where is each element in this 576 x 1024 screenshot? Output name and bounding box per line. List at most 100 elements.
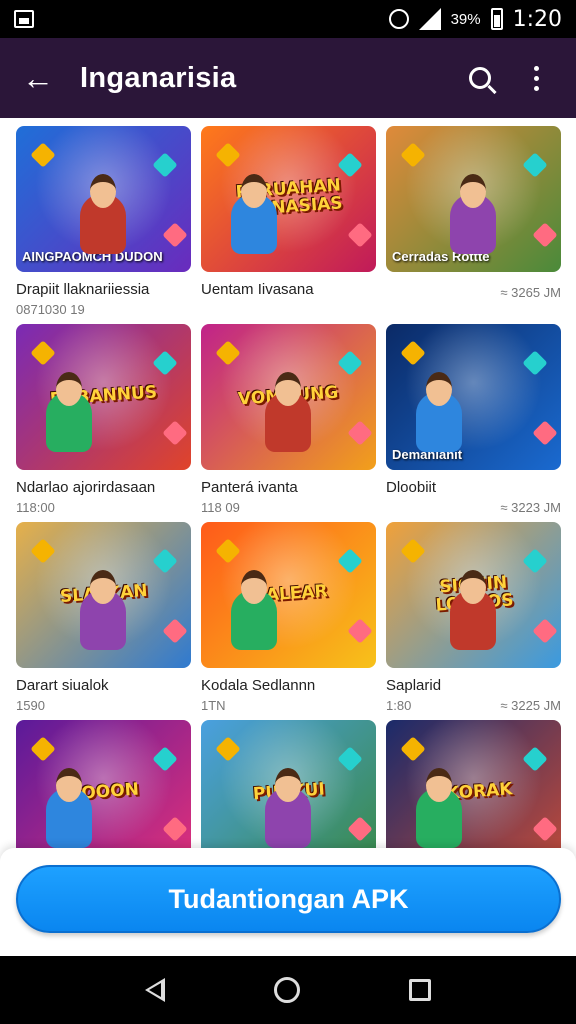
app-card[interactable]: MALEAR Kodala Sedlannn 1TN xyxy=(201,522,376,720)
coin-gem-icon xyxy=(337,548,363,574)
coin-gem-icon xyxy=(215,736,241,762)
battery-icon xyxy=(490,8,503,30)
app-card[interactable]: PARUAHAN MIENASIAS Uentam Iivasana xyxy=(201,126,376,324)
app-thumbnail: PARUAHAN MIENASIAS xyxy=(201,126,376,272)
signal-icon xyxy=(418,8,441,30)
system-nav-bar xyxy=(0,956,576,1024)
app-meta-left: 0871030 19 xyxy=(16,302,85,317)
back-arrow-icon[interactable]: ← xyxy=(18,58,58,98)
coin-gem-icon xyxy=(162,618,188,644)
coin-gem-icon xyxy=(215,340,241,366)
app-thumbnail: Cerradas Rottte xyxy=(386,126,561,272)
character-art xyxy=(450,174,496,254)
character-art xyxy=(46,372,92,452)
thumbnail-banner xyxy=(386,654,561,668)
coin-gem-icon xyxy=(152,548,178,574)
app-name: Panterá ivanta xyxy=(201,479,298,496)
coin-gem-icon xyxy=(215,142,241,168)
coin-gem-icon xyxy=(400,736,426,762)
nav-recents-icon[interactable] xyxy=(409,979,432,1001)
coin-gem-icon xyxy=(337,350,363,376)
coin-gem-icon xyxy=(532,816,558,842)
search-button[interactable] xyxy=(458,56,502,100)
character-art xyxy=(265,768,311,848)
app-bar: ← Inganarisia xyxy=(0,38,576,118)
app-thumbnail: SIONIN LOAGOS xyxy=(386,522,561,668)
coin-gem-icon xyxy=(30,340,56,366)
coin-gem-icon xyxy=(30,736,56,762)
app-card[interactable]: Demanianit Dloobiit ≈ 3223 JM xyxy=(386,324,561,522)
coin-gem-icon xyxy=(162,816,188,842)
coin-gem-icon xyxy=(522,152,548,178)
app-card[interactable]: SIONIN LOAGOS Saplarid 1:80 ≈ 3225 JM xyxy=(386,522,561,720)
app-meta-right: ≈ 3225 JM xyxy=(500,698,561,713)
clock: 1:20 xyxy=(512,6,562,32)
character-art xyxy=(80,174,126,254)
more-vert-icon xyxy=(533,65,539,91)
app-card[interactable]: AINGPAOMCH DUDON Drapiit llaknariiessia … xyxy=(16,126,191,324)
coin-gem-icon xyxy=(347,816,373,842)
app-card[interactable]: Cerradas Rottte ≈ 3265 JM xyxy=(386,126,561,324)
app-name: Darart siualok xyxy=(16,677,109,694)
thumbnail-banner xyxy=(201,654,376,668)
nav-back-icon[interactable] xyxy=(144,978,165,1002)
coin-gem-icon xyxy=(400,340,426,366)
coin-gem-icon xyxy=(152,350,178,376)
app-thumbnail: SLALKAN xyxy=(16,522,191,668)
app-card[interactable]: PDBANNUS Ndarlao ajorirdasaan 118:00 xyxy=(16,324,191,522)
coin-gem-icon xyxy=(522,746,548,772)
character-art xyxy=(416,768,462,848)
battery-percent: 39% xyxy=(450,10,481,28)
app-list[interactable]: AINGPAOMCH DUDON Drapiit llaknariiessia … xyxy=(0,118,576,854)
app-grid: AINGPAOMCH DUDON Drapiit llaknariiessia … xyxy=(16,126,562,854)
app-thumbnail: SKORAK xyxy=(386,720,561,854)
more-options-button[interactable] xyxy=(514,56,558,100)
coin-gem-icon xyxy=(347,618,373,644)
app-meta-right: ≈ 3265 JM xyxy=(500,285,561,300)
app-meta-left: 1590 xyxy=(16,698,45,713)
download-apk-button[interactable]: Tudantiongan APK xyxy=(16,865,561,933)
coin-gem-icon xyxy=(215,538,241,564)
coin-gem-icon xyxy=(347,420,373,446)
thumbnail-logo xyxy=(467,393,480,402)
app-card[interactable]: SKORAK xyxy=(386,720,561,854)
thumbnail-banner xyxy=(16,654,191,668)
app-card[interactable]: VOMNUNG Panterá ivanta 118 09 xyxy=(201,324,376,522)
app-name: Drapiit llaknariiessia xyxy=(16,281,150,298)
app-name: Kodala Sedlannn xyxy=(201,677,316,694)
app-thumbnail: KOOON xyxy=(16,720,191,854)
coin-gem-icon xyxy=(532,618,558,644)
thumbnail-banner xyxy=(201,258,376,272)
thumbnail-banner xyxy=(201,456,376,470)
coin-gem-icon xyxy=(347,222,373,248)
search-icon xyxy=(469,67,491,89)
coin-gem-icon xyxy=(522,350,548,376)
app-thumbnail: MALEAR xyxy=(201,522,376,668)
app-thumbnail: VOMNUNG xyxy=(201,324,376,470)
bottom-action-panel: Tudantiongan APK xyxy=(0,848,576,956)
alarm-icon xyxy=(388,9,409,29)
character-art xyxy=(46,768,92,848)
character-art xyxy=(231,570,277,650)
app-name: Ndarlao ajorirdasaan xyxy=(16,479,156,496)
app-card[interactable]: SLALKAN Darart siualok 1590 xyxy=(16,522,191,720)
app-card[interactable]: PUAKUI xyxy=(201,720,376,854)
character-art xyxy=(416,372,462,452)
gallery-icon xyxy=(14,10,34,28)
coin-gem-icon xyxy=(400,142,426,168)
coin-gem-icon xyxy=(337,746,363,772)
character-art xyxy=(450,570,496,650)
app-meta-left: 1:80 xyxy=(386,698,412,713)
page-title: Inganarisia xyxy=(80,61,237,94)
thumbnail-banner xyxy=(16,456,191,470)
app-name: Saplarid xyxy=(386,677,442,694)
app-name: Dloobiit xyxy=(386,479,437,496)
coin-gem-icon xyxy=(400,538,426,564)
app-thumbnail: AINGPAOMCH DUDON xyxy=(16,126,191,272)
status-bar: 39% 1:20 xyxy=(0,0,576,38)
app-thumbnail: PDBANNUS xyxy=(16,324,191,470)
app-thumbnail: Demanianit xyxy=(386,324,561,470)
nav-home-icon[interactable] xyxy=(273,977,300,1003)
app-card[interactable]: KOOON xyxy=(16,720,191,854)
character-art xyxy=(80,570,126,650)
